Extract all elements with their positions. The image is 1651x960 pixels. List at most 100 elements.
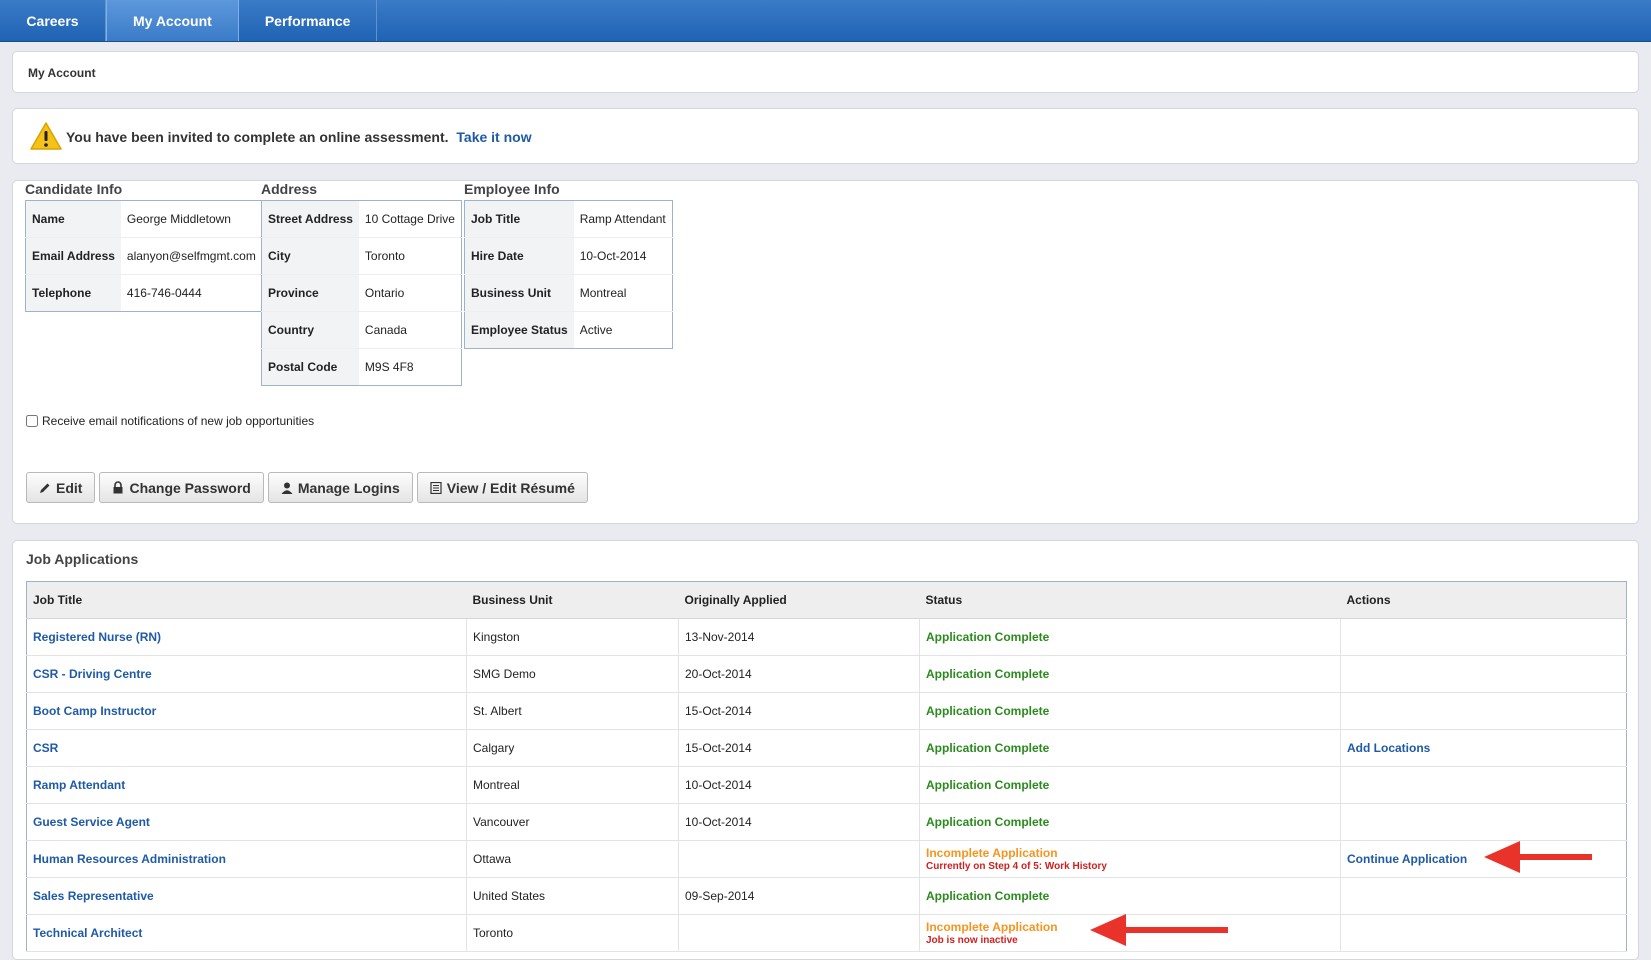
manage-logins-button[interactable]: Manage Logins [267, 472, 413, 503]
job-title-link[interactable]: Technical Architect [33, 926, 142, 940]
status-text: Application Complete [926, 630, 1050, 644]
status-text: Application Complete [926, 741, 1050, 755]
business-unit-cell: Calgary [466, 729, 679, 767]
street-value: 10 Cottage Drive [358, 200, 462, 238]
header-business-unit: Business Unit [466, 581, 679, 619]
take-assessment-link[interactable]: Take it now [456, 129, 531, 145]
business-unit-cell: Ottawa [466, 840, 679, 878]
job-applications-panel: Job Applications Job Title Business Unit… [12, 540, 1639, 960]
job-title-label: Job Title [464, 200, 574, 238]
table-row: Country Canada [261, 311, 462, 349]
job-title-link[interactable]: Boot Camp Instructor [33, 704, 156, 718]
job-title-link[interactable]: Ramp Attendant [33, 778, 125, 792]
table-row: Guest Service Agent Vancouver 10-Oct-201… [26, 803, 1627, 841]
table-row: Job Title Ramp Attendant [464, 200, 673, 238]
address-title: Address [261, 181, 318, 197]
top-navigation: Careers My Account Performance [0, 0, 1651, 42]
job-applications-table: Job Title Business Unit Originally Appli… [26, 581, 1627, 952]
status-text: Application Complete [926, 778, 1050, 792]
status-text: Application Complete [926, 815, 1050, 829]
table-row: CSR Calgary 15-Oct-2014 Application Comp… [26, 729, 1627, 767]
job-title-link[interactable]: Sales Representative [33, 889, 154, 903]
job-title-link[interactable]: CSR [33, 741, 58, 755]
header-originally-applied: Originally Applied [678, 581, 920, 619]
applied-date-cell: 15-Oct-2014 [678, 692, 920, 730]
hire-date-value: 10-Oct-2014 [573, 237, 673, 275]
table-row: Boot Camp Instructor St. Albert 15-Oct-2… [26, 692, 1627, 730]
status-text: Application Complete [926, 889, 1050, 903]
applied-date-cell: 10-Oct-2014 [678, 766, 920, 804]
city-label: City [261, 237, 359, 275]
employee-status-label: Employee Status [464, 311, 574, 349]
job-title-link[interactable]: Guest Service Agent [33, 815, 150, 829]
tab-my-account[interactable]: My Account [106, 0, 239, 41]
applied-date-cell [678, 840, 920, 878]
actions-cell [1340, 618, 1627, 656]
candidate-info-table: Name George Middletown Email Address ala… [25, 200, 263, 312]
tab-performance[interactable]: Performance [239, 0, 378, 41]
applied-date-cell: 15-Oct-2014 [678, 729, 920, 767]
applied-date-cell: 20-Oct-2014 [678, 655, 920, 693]
add-locations-link[interactable]: Add Locations [1347, 741, 1430, 755]
table-row: CSR - Driving Centre SMG Demo 20-Oct-201… [26, 655, 1627, 693]
continue-application-link[interactable]: Continue Application [1347, 852, 1467, 866]
telephone-value: 416-746-0444 [120, 274, 263, 312]
employee-info-table: Job Title Ramp Attendant Hire Date 10-Oc… [464, 200, 673, 349]
country-label: Country [261, 311, 359, 349]
edit-button[interactable]: Edit [26, 472, 96, 503]
notice-text: You have been invited to complete an onl… [66, 129, 532, 145]
document-icon [430, 481, 442, 494]
job-title-link[interactable]: Human Resources Administration [33, 852, 226, 866]
header-job-title: Job Title [26, 581, 467, 619]
edit-label: Edit [56, 479, 83, 496]
table-row: Human Resources Administration Ottawa In… [26, 840, 1627, 878]
applied-date-cell: 09-Sep-2014 [678, 877, 920, 915]
status-note: Currently on Step 4 of 5: Work History [926, 860, 1107, 872]
applied-date-cell: 10-Oct-2014 [678, 803, 920, 841]
business-unit-cell: St. Albert [466, 692, 679, 730]
notice-message: You have been invited to complete an onl… [66, 129, 449, 145]
postal-code-label: Postal Code [261, 348, 359, 386]
view-edit-resume-button[interactable]: View / Edit Résumé [416, 472, 588, 503]
business-unit-cell: Kingston [466, 618, 679, 656]
actions-cell [1340, 766, 1627, 804]
change-password-button[interactable]: Change Password [99, 472, 264, 503]
province-label: Province [261, 274, 359, 312]
province-value: Ontario [358, 274, 462, 312]
business-unit-cell: SMG Demo [466, 655, 679, 693]
applied-date-cell [678, 914, 920, 952]
manage-logins-label: Manage Logins [297, 479, 400, 496]
table-row: Employee Status Active [464, 311, 673, 349]
employee-info-title: Employee Info [464, 181, 560, 197]
email-notifications-checkbox[interactable] [26, 415, 38, 427]
table-row: Registered Nurse (RN) Kingston 13-Nov-20… [26, 618, 1627, 656]
business-unit-cell: United States [466, 877, 679, 915]
business-unit-value: Montreal [573, 274, 673, 312]
address-table: Street Address 10 Cottage Drive City Tor… [261, 200, 462, 386]
header-actions: Actions [1340, 581, 1627, 619]
table-row: Email Address alanyon@selfmgmt.com [25, 237, 263, 275]
business-unit-label: Business Unit [464, 274, 574, 312]
telephone-label: Telephone [25, 274, 121, 312]
job-title-link[interactable]: Registered Nurse (RN) [33, 630, 161, 644]
actions-cell [1340, 692, 1627, 730]
country-value: Canada [358, 311, 462, 349]
user-icon [281, 482, 293, 494]
business-unit-cell: Vancouver [466, 803, 679, 841]
employee-status-value: Active [573, 311, 673, 349]
job-title-link[interactable]: CSR - Driving Centre [33, 667, 152, 681]
applied-date-cell: 13-Nov-2014 [678, 618, 920, 656]
table-row: Ramp Attendant Montreal 10-Oct-2014 Appl… [26, 766, 1627, 804]
lock-icon [113, 481, 123, 494]
tab-careers[interactable]: Careers [0, 0, 106, 41]
profile-actions: Edit Change Password Manage Logins View … [26, 472, 588, 503]
table-row: Telephone 416-746-0444 [25, 274, 263, 312]
status-text: Application Complete [926, 667, 1050, 681]
email-notifications-option[interactable]: Receive email notifications of new job o… [26, 414, 314, 428]
table-row: Technical Architect Toronto Incomplete A… [26, 914, 1627, 952]
annotation-arrow-icon [1484, 841, 1592, 873]
candidate-info-title: Candidate Info [25, 181, 123, 197]
street-label: Street Address [261, 200, 359, 238]
actions-cell [1340, 914, 1627, 952]
business-unit-cell: Montreal [466, 766, 679, 804]
